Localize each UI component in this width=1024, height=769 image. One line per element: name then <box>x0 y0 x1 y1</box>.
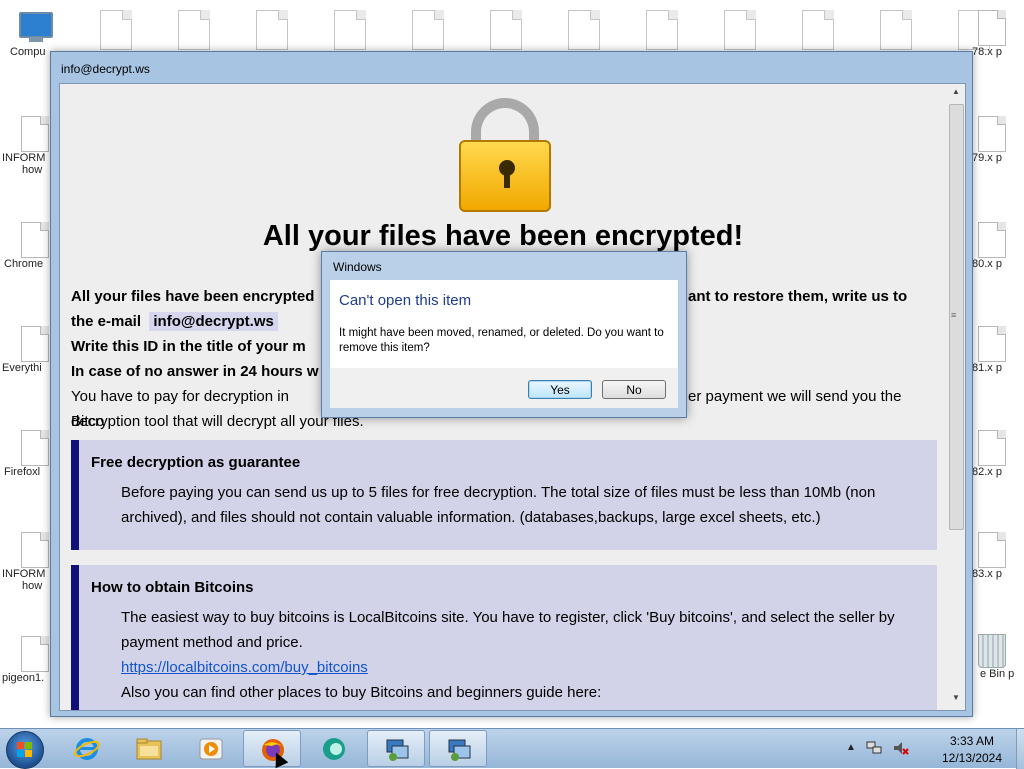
desktop-file-icon[interactable] <box>880 10 912 50</box>
program-icon <box>448 739 471 761</box>
start-button[interactable] <box>6 731 44 769</box>
desktop-file-icon[interactable] <box>256 10 288 50</box>
clock-date[interactable]: 12/13/2024 <box>930 751 1014 765</box>
obtain-bitcoins-panel: How to obtain Bitcoins The easiest way t… <box>71 565 937 710</box>
note-line-6: decryption tool that will decrypt all yo… <box>71 413 364 430</box>
no-button[interactable]: No <box>602 380 666 399</box>
document-icon <box>21 222 49 258</box>
yes-button[interactable]: Yes <box>528 380 592 399</box>
desktop-file-icon[interactable] <box>802 10 834 50</box>
scrollbar-grip-icon: ≡ <box>951 310 957 320</box>
show-hidden-icons-chevron-icon[interactable]: ▲ <box>846 742 856 753</box>
dialog-body: Can't open this item It might have been … <box>330 280 678 368</box>
document-icon <box>978 10 1006 46</box>
panel-link-row: https://localbitcoins.com/buy_bitcoins <box>121 655 911 680</box>
note-line-1-start: All your files have been encrypted <box>71 288 315 305</box>
document-icon <box>21 430 49 466</box>
desktop-file-icon[interactable] <box>334 10 366 50</box>
document-icon <box>21 532 49 568</box>
window-title: info@decrypt.ws <box>61 62 150 76</box>
desktop-file-icon[interactable] <box>178 10 210 50</box>
dialog-footer: Yes No <box>330 368 678 408</box>
panel-body: The easiest way to buy bitcoins is Local… <box>121 609 895 651</box>
note-line-4: In case of no answer in 24 hours w <box>71 363 319 380</box>
panel-title: How to obtain Bitcoins <box>91 579 254 596</box>
panel-title: Free decryption as guarantee <box>91 454 301 471</box>
document-icon <box>978 326 1006 362</box>
windows-logo-icon <box>17 742 33 758</box>
volume-muted-icon[interactable] <box>893 740 909 756</box>
show-desktop-button[interactable] <box>1016 729 1024 769</box>
taskbar-file-explorer[interactable] <box>120 730 178 767</box>
taskbar-green-app[interactable] <box>305 730 363 767</box>
media-player-icon <box>199 738 223 760</box>
desktop-file-icon[interactable] <box>100 10 132 50</box>
error-dialog: Windows Can't open this item It might ha… <box>321 251 687 418</box>
taskbar-program-2[interactable] <box>429 730 487 767</box>
document-icon <box>21 636 49 672</box>
vertical-scrollbar[interactable]: ▲ ≡ ▼ <box>947 84 965 710</box>
dialog-title: Windows <box>333 260 382 274</box>
desktop-file-icon[interactable] <box>724 10 756 50</box>
scroll-up-arrow-icon[interactable]: ▲ <box>947 84 965 100</box>
note-line-5-end: er payment we will send you the <box>688 388 902 405</box>
panel-body-2: Also you can find other places to buy Bi… <box>121 684 602 701</box>
padlock-icon <box>457 98 553 214</box>
localbitcoins-link[interactable]: https://localbitcoins.com/buy_bitcoins <box>121 659 368 676</box>
dialog-message: It might have been moved, renamed, or de… <box>339 327 664 354</box>
document-icon <box>21 326 49 362</box>
taskbar-program-1[interactable] <box>367 730 425 767</box>
desktop-file-icon[interactable] <box>412 10 444 50</box>
scroll-down-arrow-icon[interactable]: ▼ <box>947 690 965 706</box>
folder-icon <box>136 738 162 760</box>
desktop-file-icon[interactable] <box>646 10 678 50</box>
desktop-file-icon[interactable] <box>490 10 522 50</box>
free-decryption-panel: Free decryption as guarantee Before payi… <box>71 440 937 550</box>
clock-time[interactable]: 3:33 AM <box>930 734 1014 748</box>
document-icon <box>978 430 1006 466</box>
document-icon <box>21 116 49 152</box>
desktop-file-icon[interactable] <box>568 10 600 50</box>
note-line-1-end: ant to restore them, write us to <box>688 288 908 305</box>
internet-explorer-icon <box>74 738 100 760</box>
green-app-icon <box>323 738 345 760</box>
taskbar: ▲ 3:33 AM 12/13/2024 <box>0 728 1024 769</box>
computer-icon <box>15 10 55 46</box>
note-line-2: the e-mail info@decrypt.ws <box>71 309 278 334</box>
note-line-3: Write this ID in the title of your m <box>71 338 306 355</box>
document-icon <box>978 222 1006 258</box>
dialog-heading: Can't open this item <box>339 292 472 309</box>
panel-body: Before paying you can send us up to 5 fi… <box>121 484 876 526</box>
taskbar-media-player[interactable] <box>182 730 240 767</box>
document-icon <box>978 116 1006 152</box>
network-icon[interactable] <box>866 741 882 755</box>
program-icon <box>386 739 409 761</box>
headline: All your files have been encrypted! <box>262 220 744 252</box>
contact-email[interactable]: info@decrypt.ws <box>149 312 278 331</box>
taskbar-internet-explorer[interactable] <box>58 730 116 767</box>
recycle-bin-icon <box>978 634 1006 668</box>
document-icon <box>978 532 1006 568</box>
